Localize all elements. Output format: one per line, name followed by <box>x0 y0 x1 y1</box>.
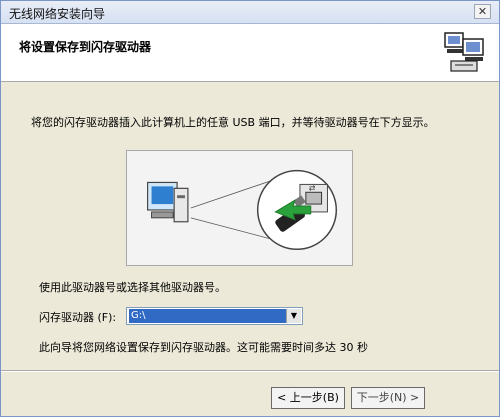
instruction-text: 将您的闪存驱动器插入此计算机上的任意 USB 端口，并等待驱动器号在下方显示。 <box>31 116 435 129</box>
page-title: 将设置保存到闪存驱动器 <box>19 40 152 54</box>
computer-icon <box>147 181 189 223</box>
wizard-window: 无线网络安装向导 ✕ 将设置保存到闪存驱动器 将您的闪存驱动器插入此计算机上的任… <box>0 0 500 417</box>
drive-select[interactable]: G:\ ▼ <box>126 307 303 325</box>
usb-illustration: ⇄ <box>126 150 353 266</box>
wizard-computers-icon <box>444 32 484 72</box>
wizard-header: 将设置保存到闪存驱动器 <box>1 24 499 82</box>
close-button[interactable]: ✕ <box>474 4 491 19</box>
chevron-down-icon[interactable]: ▼ <box>286 309 301 323</box>
next-button[interactable]: 下一步(N) > <box>351 387 425 409</box>
choose-drive-text: 使用此驱动器号或选择其他驱动器号。 <box>39 281 226 294</box>
svg-text:⇄: ⇄ <box>309 183 316 192</box>
footer-divider <box>1 370 499 372</box>
title-bar: 无线网络安装向导 ✕ <box>1 1 499 24</box>
back-button[interactable]: < 上一步(B) <box>271 387 345 409</box>
drive-label: 闪存驱动器 (F): <box>39 311 117 324</box>
note-text: 此向导将您网络设置保存到闪存驱动器。这可能需要时间多达 30 秒 <box>39 341 368 354</box>
window-title: 无线网络安装向导 <box>9 7 106 21</box>
drive-select-value: G:\ <box>129 309 286 323</box>
